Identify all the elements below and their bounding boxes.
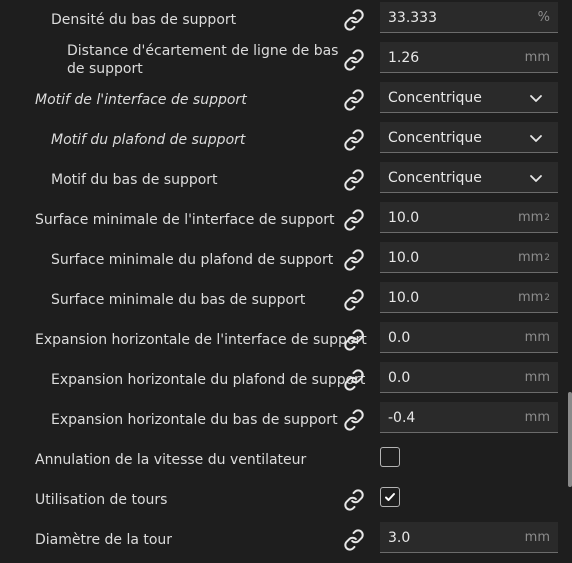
setting-row-surface-minimale-de-l-interface-de-support: Surface minimale de l'interface de suppo… xyxy=(0,200,572,240)
setting-row-motif-du-bas-de-support: Motif du bas de support Concentrique xyxy=(0,160,572,200)
setting-checkbox[interactable] xyxy=(380,487,400,507)
setting-label: Annulation de la vitesse du ventilateur xyxy=(35,452,307,468)
setting-label: Motif du bas de support xyxy=(51,172,218,188)
chevron-down-icon xyxy=(528,90,544,106)
setting-label: Expansion horizontale du bas de support xyxy=(51,412,338,428)
setting-row-distance-d-ecartement-de-ligne-de-bas-de-support: Distance d'écartement de ligne de bas de… xyxy=(0,40,572,80)
setting-unit: mm xyxy=(524,530,550,545)
setting-input[interactable]: 1.26 mm xyxy=(380,42,558,73)
setting-row-utilisation-de-tours: Utilisation de tours xyxy=(0,480,572,520)
setting-label: Surface minimale de l'interface de suppo… xyxy=(35,212,335,228)
setting-value: 10.0 xyxy=(388,249,420,266)
setting-label: Surface minimale du plafond de support xyxy=(51,252,334,268)
setting-label: Densité du bas de support xyxy=(51,12,237,28)
setting-value: 10.0 xyxy=(388,209,420,226)
setting-row-surface-minimale-du-plafond-de-support: Surface minimale du plafond de support 10… xyxy=(0,240,572,280)
setting-dropdown[interactable]: Concentrique xyxy=(380,162,558,193)
setting-row-diametre-de-la-tour: Diamètre de la tour 3.0 mm xyxy=(0,520,572,560)
link-icon[interactable] xyxy=(343,329,365,351)
setting-row-densite-du-bas-de-support: Densité du bas de support 33.333% xyxy=(0,0,572,40)
setting-value: 33.333 xyxy=(388,9,437,26)
chevron-down-icon xyxy=(528,170,544,186)
setting-input[interactable]: 10.0 mm 2 xyxy=(380,282,558,313)
setting-label: Distance d'écartement de ligne de bas de… xyxy=(67,43,339,77)
setting-row-expansion-horizontale-du-plafond-de-support: Expansion horizontale du plafond de supp… xyxy=(0,360,572,400)
setting-row-expansion-horizontale-du-bas-de-support: Expansion horizontale du bas de support -… xyxy=(0,400,572,440)
setting-value: Concentrique xyxy=(388,169,482,186)
setting-value: 0.0 xyxy=(388,329,411,346)
link-icon[interactable] xyxy=(343,249,365,271)
setting-unit: mm 2 xyxy=(517,210,550,225)
setting-input[interactable]: 3.0 mm xyxy=(380,522,558,553)
link-icon[interactable] xyxy=(343,489,365,511)
setting-input[interactable]: -0.4 mm xyxy=(380,402,558,433)
chevron-down-icon xyxy=(528,130,544,146)
link-icon[interactable] xyxy=(343,49,365,71)
setting-unit: mm xyxy=(524,410,550,425)
setting-unit: mm xyxy=(524,370,550,385)
setting-label: Surface minimale du bas de support xyxy=(51,292,306,308)
link-icon[interactable] xyxy=(343,89,365,111)
setting-label: Diamètre de la tour xyxy=(35,532,173,548)
setting-input[interactable]: 0.0 mm xyxy=(380,362,558,393)
setting-unit: % xyxy=(537,10,550,25)
setting-unit: mm 2 xyxy=(517,290,550,305)
link-icon[interactable] xyxy=(343,169,365,191)
setting-input[interactable]: 0.0 mm xyxy=(380,322,558,353)
link-icon[interactable] xyxy=(343,409,365,431)
setting-input[interactable]: 33.333% xyxy=(380,2,558,33)
setting-value: -0.4 xyxy=(388,409,416,426)
setting-value: Concentrique xyxy=(388,129,482,146)
setting-dropdown[interactable]: Concentrique xyxy=(380,122,558,153)
setting-value: 3.0 xyxy=(388,529,411,546)
setting-row-surface-minimale-du-bas-de-support: Surface minimale du bas de support 10.0 mm… xyxy=(0,280,572,320)
setting-label: Expansion horizontale de l'interface de … xyxy=(35,332,367,348)
link-icon[interactable] xyxy=(343,209,365,231)
setting-row-motif-de-l-interface-de-support: Motif de l'interface de support Concentri… xyxy=(0,80,572,120)
link-icon[interactable] xyxy=(343,529,365,551)
setting-checkbox[interactable] xyxy=(380,447,400,467)
setting-value: 1.26 xyxy=(388,49,420,66)
setting-unit: mm xyxy=(524,330,550,345)
setting-label: Utilisation de tours xyxy=(35,492,168,508)
setting-label: Motif du plafond de support xyxy=(51,132,246,148)
link-icon[interactable] xyxy=(343,369,365,391)
setting-row-motif-du-plafond-de-support: Motif du plafond de support Concentrique xyxy=(0,120,572,160)
link-icon[interactable] xyxy=(343,9,365,31)
setting-value: Concentrique xyxy=(388,89,482,106)
setting-label: Expansion horizontale du plafond de supp… xyxy=(51,372,366,388)
setting-row-annulation-de-la-vitesse-du-ventilateur: Annulation de la vitesse du ventilateur xyxy=(0,440,572,480)
setting-dropdown[interactable]: Concentrique xyxy=(380,82,558,113)
setting-unit: mm 2 xyxy=(517,250,550,265)
setting-unit: mm xyxy=(524,50,550,65)
setting-input[interactable]: 10.0 mm 2 xyxy=(380,202,558,233)
settings-panel: Densité du bas de support 33.333% Distance… xyxy=(0,0,572,563)
setting-value: 10.0 xyxy=(388,289,420,306)
setting-row-expansion-horizontale-de-l-interface-de-support: Expansion horizontale de l'interface de … xyxy=(0,320,572,360)
setting-label: Motif de l'interface de support xyxy=(35,92,247,108)
link-icon[interactable] xyxy=(343,289,365,311)
setting-input[interactable]: 10.0 mm 2 xyxy=(380,242,558,273)
link-icon[interactable] xyxy=(343,129,365,151)
setting-value: 0.0 xyxy=(388,369,411,386)
